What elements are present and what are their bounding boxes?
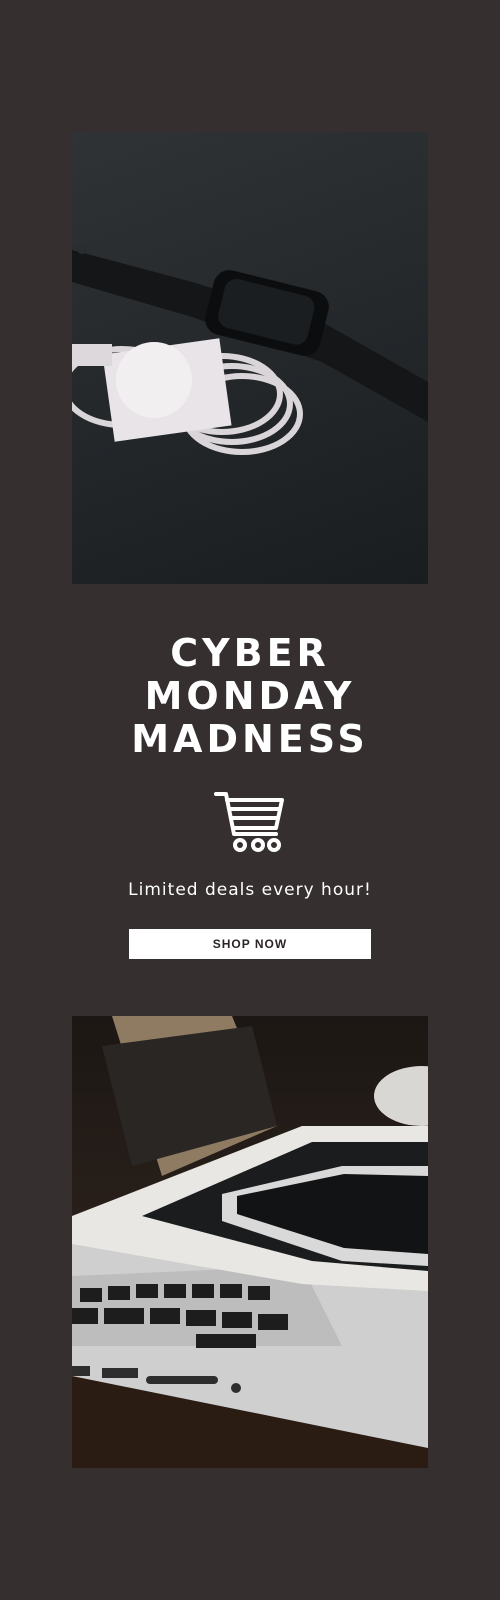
devices-photo (72, 1016, 428, 1468)
headline-line-1: CYBER (170, 631, 330, 675)
tagline: Limited deals every hour! (128, 880, 372, 900)
headline-line-3: MADNESS (131, 717, 369, 761)
page-title: CYBER MONDAY MADNESS (0, 632, 500, 761)
shop-now-button[interactable]: SHOP NOW (129, 929, 371, 959)
headline-line-2: MONDAY (144, 674, 356, 718)
shopping-cart-icon (214, 790, 286, 854)
smartwatch-photo (72, 132, 428, 584)
